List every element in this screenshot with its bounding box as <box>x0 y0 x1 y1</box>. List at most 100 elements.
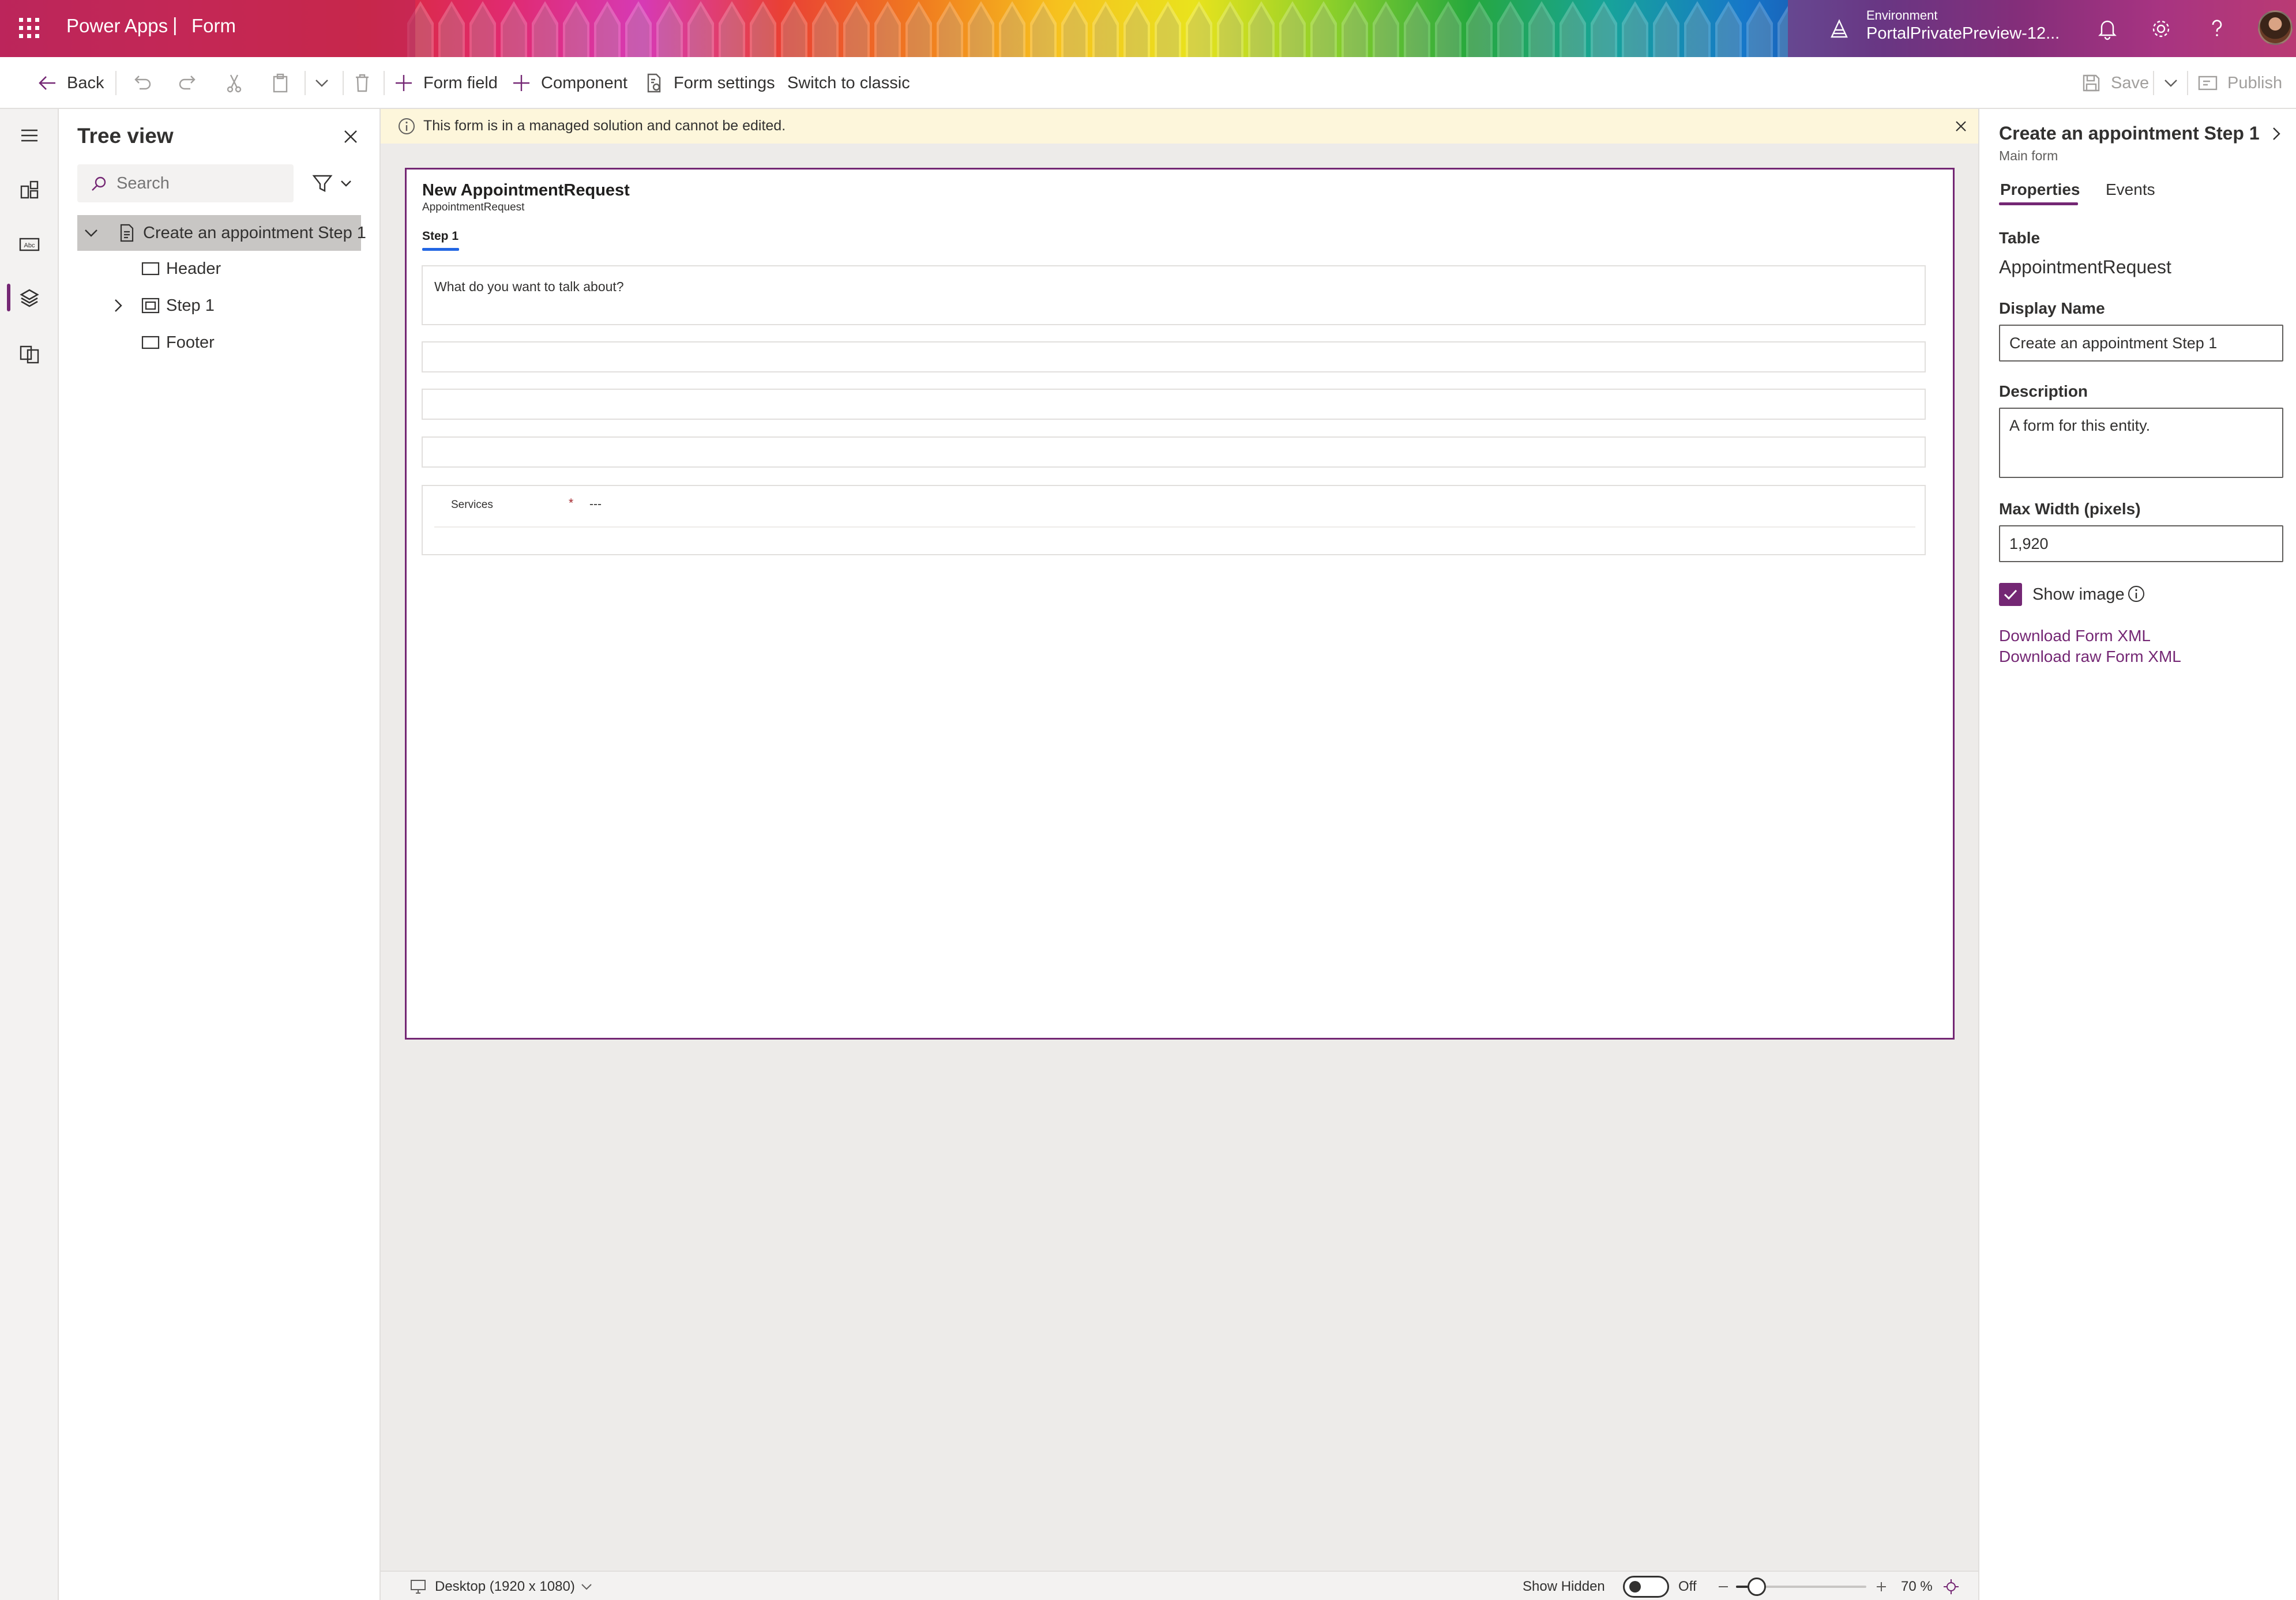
page-name: Form <box>191 15 236 36</box>
command-divider <box>343 71 344 95</box>
form-section-question[interactable]: What do you want to talk about? <box>422 265 1926 325</box>
filter-icon <box>312 175 333 192</box>
publish-button[interactable]: Publish <box>2196 57 2282 109</box>
form-libraries-icon[interactable] <box>18 342 41 366</box>
add-form-field-button[interactable]: Form field <box>392 57 498 109</box>
chevron-down-icon[interactable] <box>579 1580 594 1594</box>
display-name-label: Display Name <box>1999 299 2105 317</box>
environment-name[interactable]: PortalPrivatePreview-12... <box>1866 24 2060 43</box>
download-form-xml-link[interactable]: Download Form XML <box>1999 627 2151 645</box>
form-section-empty[interactable] <box>422 389 1926 420</box>
properties-panel-subtitle: Main form <box>1999 148 2058 163</box>
close-icon[interactable] <box>340 126 361 147</box>
add-component-button[interactable]: Component <box>510 57 627 109</box>
chevron-right-icon[interactable] <box>77 294 138 317</box>
tree-item-label: Footer <box>166 333 215 352</box>
description-field[interactable]: A form for this entity. <box>1999 408 2283 478</box>
components-icon[interactable] <box>18 178 41 201</box>
download-raw-form-xml-link[interactable]: Download raw Form XML <box>1999 647 2181 666</box>
section-box-icon <box>141 336 160 349</box>
zoom-out-icon[interactable] <box>1716 1580 1730 1594</box>
properties-panel-title: Create an appointment Step 1 <box>1999 123 2260 144</box>
zoom-in-icon[interactable] <box>1874 1580 1888 1594</box>
question-label: What do you want to talk about? <box>434 279 624 294</box>
paste-options-dropdown[interactable] <box>310 57 341 109</box>
close-icon[interactable] <box>1952 117 1970 135</box>
delete-button[interactable] <box>351 57 382 109</box>
environment-label: Environment <box>1866 8 1938 22</box>
services-field-value[interactable]: --- <box>589 498 602 511</box>
settings-gear-icon[interactable] <box>2148 16 2174 42</box>
zoom-slider-thumb[interactable] <box>1748 1578 1766 1596</box>
table-columns-icon[interactable]: Abc <box>18 233 41 256</box>
app-header: Power Apps | Form Environment PortalPriv… <box>0 0 2296 57</box>
form-entity-name: AppointmentRequest <box>422 201 525 213</box>
form-title: New AppointmentRequest <box>422 181 630 199</box>
paste-button[interactable] <box>269 57 300 109</box>
switch-to-classic-button[interactable]: Switch to classic <box>787 57 910 109</box>
show-hidden-toggle[interactable] <box>1623 1576 1669 1598</box>
command-divider <box>384 71 385 95</box>
search-icon <box>92 176 106 191</box>
tab-events[interactable]: Events <box>2106 180 2155 199</box>
chevron-down-icon <box>2165 80 2177 87</box>
required-indicator: * <box>569 496 574 510</box>
chevron-down-icon <box>341 180 351 187</box>
cut-button[interactable] <box>223 57 254 109</box>
form-settings-icon <box>647 73 661 93</box>
chevron-right-icon[interactable] <box>2267 124 2286 144</box>
search-input[interactable] <box>117 169 284 198</box>
fit-to-screen-icon[interactable] <box>1942 1578 1960 1595</box>
description-label: Description <box>1999 382 2088 400</box>
publish-label: Publish <box>2227 73 2283 92</box>
clipboard-icon <box>273 73 288 93</box>
notification-bell-icon[interactable] <box>2095 16 2120 42</box>
tab-properties[interactable]: Properties <box>2000 180 2080 199</box>
services-field-label: Services <box>451 499 493 511</box>
app-launcher-icon[interactable] <box>17 16 42 40</box>
max-width-field[interactable] <box>1999 525 2283 562</box>
title-separator: | <box>172 14 178 35</box>
filter-dropdown[interactable] <box>298 164 367 202</box>
help-question-icon[interactable] <box>2204 16 2230 42</box>
form-preview[interactable]: New AppointmentRequest AppointmentReques… <box>405 168 1955 1040</box>
tree-item-label: Step 1 <box>166 296 215 315</box>
form-settings-label: Form settings <box>674 73 775 92</box>
undo-button[interactable] <box>130 57 161 109</box>
redo-button[interactable] <box>176 57 208 109</box>
form-section-empty[interactable] <box>422 436 1926 468</box>
tree-item-root-form[interactable]: Create an appointment Step 1 <box>77 215 366 251</box>
show-image-label: Show image <box>2032 585 2125 604</box>
tab-selected-indicator <box>1999 202 2078 205</box>
tree-item-step-1[interactable]: Step 1 <box>77 288 361 323</box>
chevron-down-icon[interactable] <box>77 221 114 244</box>
tree-view-layers-icon[interactable] <box>18 287 41 310</box>
tree-search-box[interactable] <box>77 164 294 202</box>
form-section-services[interactable]: Services * --- <box>422 485 1926 555</box>
save-label: Save <box>2111 73 2150 92</box>
command-bar: Back Form field Component Form settings … <box>0 57 2296 109</box>
command-divider <box>115 71 117 95</box>
user-avatar[interactable] <box>2258 10 2293 45</box>
redo-icon <box>179 76 196 90</box>
canvas-status-bar: Desktop (1920 x 1080) Show Hidden Off 70… <box>381 1571 1978 1600</box>
hamburger-menu-icon[interactable] <box>18 124 41 147</box>
display-name-field[interactable] <box>1999 325 2283 362</box>
info-icon[interactable] <box>2126 584 2146 604</box>
form-section-empty[interactable] <box>422 341 1926 372</box>
managed-solution-banner: This form is in a managed solution and c… <box>381 109 1978 144</box>
back-button[interactable]: Back <box>36 57 104 109</box>
show-image-checkbox[interactable] <box>1999 583 2022 606</box>
left-navigation-rail: Abc <box>0 109 59 1600</box>
command-divider <box>305 71 306 95</box>
arrow-left-icon <box>39 76 55 90</box>
save-options-dropdown[interactable] <box>2159 57 2190 109</box>
form-settings-button[interactable]: Form settings <box>642 57 775 109</box>
app-name[interactable]: Power Apps <box>66 15 168 37</box>
save-button[interactable]: Save <box>2080 57 2149 109</box>
tab-step-1[interactable]: Step 1 <box>422 229 459 243</box>
command-divider <box>2187 71 2188 95</box>
tree-item-header[interactable]: Header <box>77 251 361 287</box>
tree-item-footer[interactable]: Footer <box>77 325 361 360</box>
device-size-selector[interactable]: Desktop (1920 x 1080) <box>435 1579 575 1595</box>
